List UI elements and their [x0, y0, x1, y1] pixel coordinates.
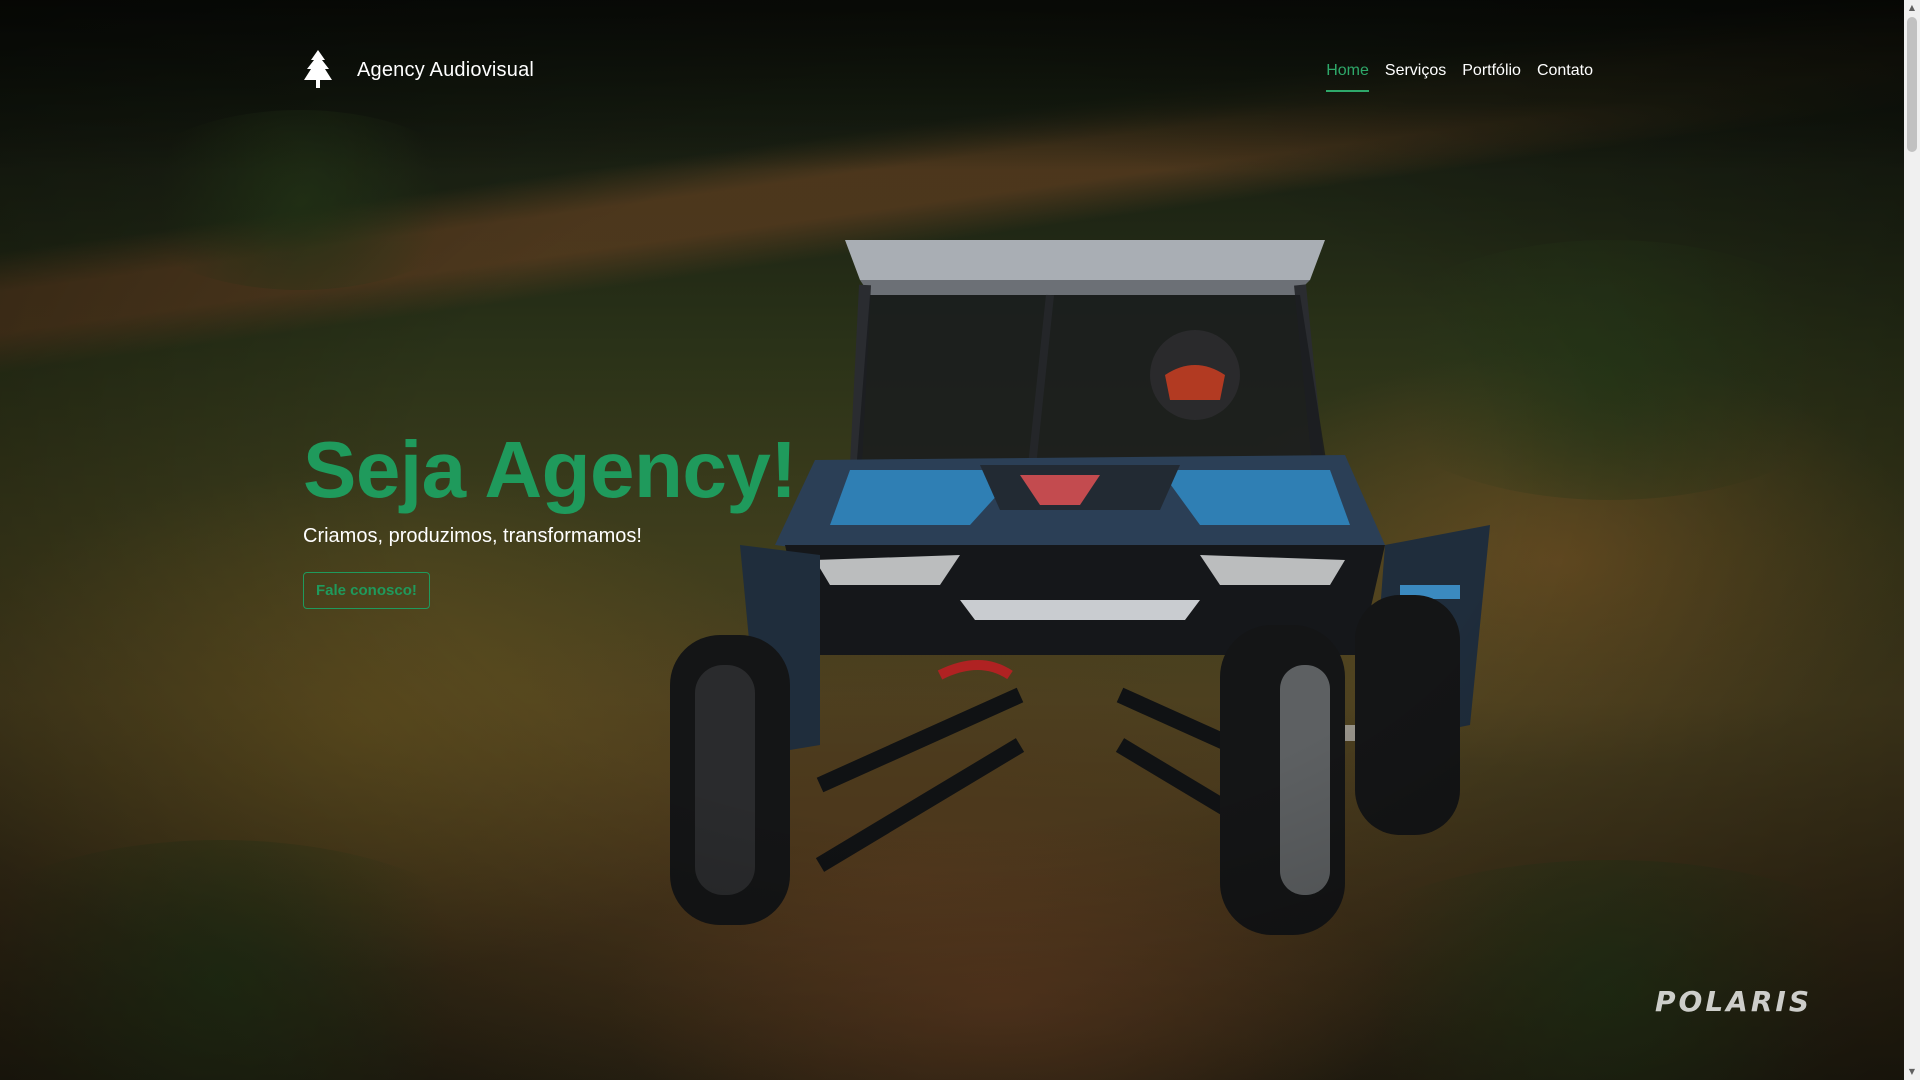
nav-home[interactable]: Home [1326, 62, 1369, 92]
site-header: Agency Audiovisual Home Serviços Portfól… [303, 50, 1593, 100]
hero-title: Seja Agency! [303, 425, 797, 514]
scroll-down-arrow-icon[interactable]: ▼ [1904, 1064, 1920, 1080]
tree-icon [304, 50, 332, 88]
scroll-up-arrow-icon[interactable]: ▲ [1904, 0, 1920, 16]
polaris-watermark: POLARIS [1655, 985, 1812, 1018]
brand[interactable]: Agency Audiovisual [303, 50, 534, 90]
nav-contato[interactable]: Contato [1537, 62, 1593, 92]
contact-cta-button[interactable]: Fale conosco! [303, 572, 430, 609]
main-nav: Home Serviços Portfólio Contato [1326, 62, 1593, 92]
scroll-thumb[interactable] [1907, 17, 1917, 152]
page-scrollbar[interactable]: ▲ ▼ [1904, 0, 1920, 1080]
nav-portfolio[interactable]: Portfólio [1462, 62, 1521, 92]
hero-background [0, 0, 1904, 1080]
nav-servicos[interactable]: Serviços [1385, 62, 1446, 92]
brand-name: Agency Audiovisual [357, 58, 535, 81]
dark-overlay [0, 0, 1904, 1080]
hero-content: Seja Agency! Criamos, produzimos, transf… [303, 425, 797, 609]
hero-subtitle: Criamos, produzimos, transformamos! [303, 525, 642, 547]
